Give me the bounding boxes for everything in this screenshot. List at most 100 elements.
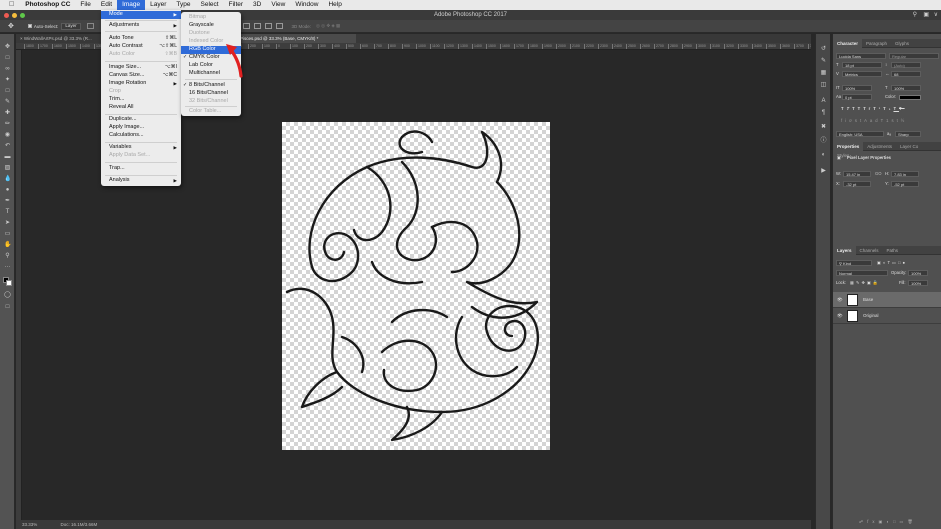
pen-tool-icon[interactable]: ✒: [4, 198, 11, 204]
strikethrough-button[interactable]: T: [899, 106, 905, 111]
tools-icon[interactable]: ✖: [820, 124, 827, 130]
x-field[interactable]: -32 pt: [843, 181, 871, 187]
auto-select-checkbox[interactable]: Auto-Select:: [27, 24, 58, 29]
antialias-dropdown[interactable]: Sharp: [895, 131, 921, 137]
clone-stamp-tool-icon[interactable]: ◉: [4, 132, 11, 138]
language-dropdown[interactable]: English: USA: [836, 131, 884, 137]
layer-name[interactable]: Original: [863, 308, 879, 324]
workspace-icon[interactable]: ▣: [923, 10, 929, 20]
link-wh-icon[interactable]: GO: [875, 171, 882, 177]
blur-tool-icon[interactable]: 💧: [4, 176, 11, 182]
tab-character[interactable]: Character: [833, 39, 863, 48]
y-field[interactable]: -52 pt: [891, 181, 919, 187]
opacity-field[interactable]: 100%: [908, 270, 928, 276]
align-bottom-icon[interactable]: [265, 22, 273, 29]
stylistic-alternates-button[interactable]: ad: [870, 118, 881, 123]
apple-icon[interactable]: : [0, 0, 20, 10]
menu-item-mode[interactable]: Mode ▶: [101, 11, 181, 19]
app-name-menu[interactable]: Photoshop CC: [20, 0, 75, 10]
discretionary-ligatures-button[interactable]: st: [855, 118, 864, 123]
distribute-icon[interactable]: [276, 22, 284, 29]
lock-icons[interactable]: ▦✎✥▣🔒: [850, 280, 880, 286]
font-family-dropdown[interactable]: Lucida Sans: [836, 53, 886, 59]
history-brush-tool-icon[interactable]: ↶: [4, 143, 11, 149]
tab-glyphs[interactable]: Glyphs: [891, 39, 913, 48]
leading-field[interactable]: (Auto): [891, 62, 921, 68]
marquee-tool-icon[interactable]: □: [4, 55, 11, 61]
adjust-icon[interactable]: ◐: [820, 152, 827, 158]
menu-item-analysis[interactable]: Analysis ▶: [101, 177, 181, 185]
transform-controls-icon[interactable]: [86, 23, 94, 29]
dodge-tool-icon[interactable]: ●: [4, 187, 11, 193]
hand-tool-icon[interactable]: ✋: [4, 242, 11, 248]
menu-item-image-size[interactable]: Image Size... ⌥⌘I: [101, 64, 181, 72]
document-canvas[interactable]: [282, 122, 550, 450]
font-style-dropdown[interactable]: Regular: [889, 53, 939, 59]
font-size-field[interactable]: 18 pt: [842, 62, 882, 68]
layer-filter-icons[interactable]: ▣◐T▭□●: [877, 260, 907, 266]
align-middle-icon[interactable]: [253, 22, 261, 29]
baseline-field[interactable]: 0 pt: [842, 94, 872, 100]
menu-view[interactable]: View: [266, 0, 290, 10]
tab-layer-comps[interactable]: Layer Co: [896, 142, 922, 151]
tracking-field[interactable]: 68: [891, 71, 921, 77]
doc-size[interactable]: Doc: 16.1M/3.66M: [61, 522, 98, 527]
link-layers-icon[interactable]: ☍: [859, 519, 867, 524]
brush-tool-icon[interactable]: ✏: [4, 121, 11, 127]
menu-item-canvas-size[interactable]: Canvas Size... ⌥⌘C: [101, 72, 181, 80]
layer-row-base[interactable]: 👁 Base: [833, 292, 941, 308]
all-caps-button[interactable]: TT: [852, 106, 863, 111]
menu-image[interactable]: Image: [117, 0, 146, 10]
info-icon[interactable]: ⓘ: [820, 138, 827, 144]
vertical-scale-field[interactable]: 100%: [842, 85, 872, 91]
tab-paragraph[interactable]: Paragraph: [862, 39, 891, 48]
ordinals-button[interactable]: 1st: [886, 118, 901, 123]
menu-item-auto-tone[interactable]: Auto Tone ⇧⌘L: [101, 35, 181, 43]
zoom-window-button[interactable]: [20, 13, 25, 18]
width-field[interactable]: 15.47 in: [843, 171, 871, 177]
small-caps-button[interactable]: Tr: [863, 106, 873, 111]
trash-icon[interactable]: 🗑: [908, 519, 917, 524]
workspace-menu-icon[interactable]: ∨: [934, 10, 938, 20]
kerning-field[interactable]: Metrics: [842, 71, 882, 77]
horizontal-scale-field[interactable]: 100%: [891, 85, 921, 91]
mode-item-16-bits[interactable]: 16 Bits/Channel: [181, 90, 241, 98]
rectangle-tool-icon[interactable]: ▭: [4, 231, 11, 237]
zoom-tool-icon[interactable]: ⚲: [4, 253, 11, 259]
tab-adjustments[interactable]: Adjustments: [863, 142, 896, 151]
menu-item-auto-contrast[interactable]: Auto Contrast ⌥⇧⌘L: [101, 43, 181, 51]
paragraph-icon[interactable]: ¶: [820, 110, 827, 116]
path-selection-tool-icon[interactable]: ➤: [4, 220, 11, 226]
quick-mask-icon[interactable]: ◯: [4, 292, 11, 298]
healing-brush-tool-icon[interactable]: ✚: [4, 110, 11, 116]
menu-window[interactable]: Window: [290, 0, 323, 10]
menu-item-image-rotation[interactable]: Image Rotation ▶: [101, 80, 181, 88]
opentype-buttons[interactable]: fiơstAadT1st½: [841, 118, 907, 124]
eraser-tool-icon[interactable]: ▬: [4, 154, 11, 160]
menu-item-calculations[interactable]: Calculations...: [101, 132, 181, 140]
character-icon[interactable]: A: [820, 98, 827, 104]
history-icon[interactable]: ↺: [820, 46, 827, 52]
search-icon[interactable]: ⚲: [913, 10, 917, 20]
magic-wand-tool-icon[interactable]: ✦: [4, 77, 11, 83]
menu-item-duplicate[interactable]: Duplicate...: [101, 116, 181, 124]
menu-edit[interactable]: Edit: [96, 0, 117, 10]
screen-mode-icon[interactable]: □: [4, 304, 11, 310]
move-tool-icon[interactable]: ✥: [4, 44, 11, 50]
menu-3d[interactable]: 3D: [248, 0, 266, 10]
minimize-window-button[interactable]: [12, 13, 17, 18]
tab-layers[interactable]: Layers: [833, 246, 856, 255]
menu-item-trap[interactable]: Trap...: [101, 165, 181, 173]
auto-select-dropdown[interactable]: Layer: [61, 22, 81, 30]
tab-channels[interactable]: Channels: [856, 246, 883, 255]
layer-kind-filter[interactable]: ⚲ Kind: [836, 260, 872, 266]
tab-windwallart[interactable]: × WindWallArtPs.psd @ 33.3% (R...: [16, 34, 108, 43]
crop-tool-icon[interactable]: □: [4, 88, 11, 94]
tab-pisces[interactable]: Pisces.psd @ 33.3% (Base, CMYK/8) *: [236, 34, 356, 43]
menu-select[interactable]: Select: [196, 0, 224, 10]
text-color-swatch[interactable]: [899, 95, 921, 100]
menu-filter[interactable]: Filter: [224, 0, 248, 10]
align-top-icon[interactable]: [242, 22, 250, 29]
background-color-swatch[interactable]: [6, 280, 12, 286]
mode-item-8-bits[interactable]: ✓ 8 Bits/Channel: [181, 82, 241, 90]
